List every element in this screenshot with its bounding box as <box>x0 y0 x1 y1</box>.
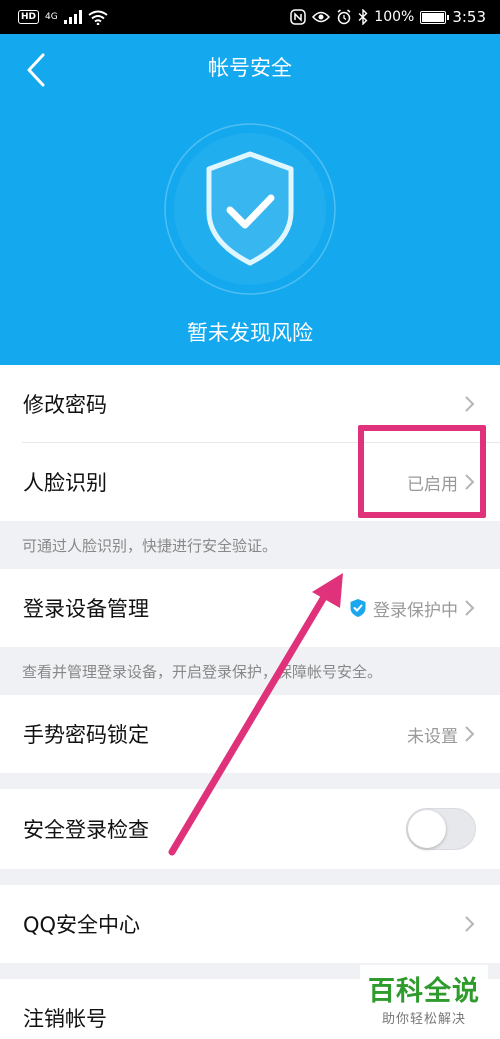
battery-icon <box>420 10 450 24</box>
device-management-status: 登录保护中 <box>373 600 458 621</box>
chevron-right-icon <box>465 396 475 412</box>
section-gap <box>0 869 500 885</box>
safe-login-check-row: 安全登录检查 <box>0 789 500 869</box>
safe-login-check-toggle[interactable] <box>406 808 476 850</box>
gesture-lock-row[interactable]: 手势密码锁定 未设置 <box>0 695 500 773</box>
toggle-knob <box>408 810 446 848</box>
shield-verified-icon <box>350 599 366 617</box>
watermark-title: 百科全说 <box>368 976 480 1007</box>
risk-status-text: 暂未发现风险 <box>187 321 313 345</box>
chevron-right-icon <box>465 600 475 616</box>
chevron-right-icon <box>465 916 475 932</box>
signal-icon <box>63 10 82 24</box>
qq-security-center-row[interactable]: QQ安全中心 <box>0 885 500 963</box>
alarm-icon <box>337 9 351 25</box>
page-title: 帐号安全 <box>208 56 292 80</box>
clock: 3:53 <box>452 8 486 26</box>
network-type: 4G <box>45 12 58 22</box>
qq-security-center-label: QQ安全中心 <box>23 913 141 937</box>
safe-login-check-label: 安全登录检查 <box>23 818 149 842</box>
gesture-lock-status: 未设置 <box>407 726 458 747</box>
device-management-label: 登录设备管理 <box>23 597 149 621</box>
battery-percent: 100% <box>374 9 415 25</box>
status-bar: HD 4G 100% 3:53 <box>0 0 500 34</box>
battery-fill <box>422 12 445 22</box>
nfc-icon <box>290 9 307 25</box>
change-password-label: 修改密码 <box>23 393 107 417</box>
chevron-right-icon <box>465 726 475 742</box>
watermark: 百科全说 助你轻松解决 <box>360 965 488 1031</box>
eye-icon <box>312 11 331 23</box>
watermark-subtitle: 助你轻松解决 <box>381 1012 466 1027</box>
highlight-box <box>358 425 486 518</box>
shield-check-icon <box>164 123 336 295</box>
shield-graphic <box>163 122 337 296</box>
security-header: 帐号安全 暂未发现风险 <box>0 34 500 365</box>
face-recognition-label: 人脸识别 <box>23 471 107 495</box>
bluetooth-icon <box>358 9 368 25</box>
hd-badge: HD <box>18 10 40 24</box>
face-recognition-hint: 可通过人脸识别，快捷进行安全验证。 <box>0 521 500 569</box>
gesture-lock-label: 手势密码锁定 <box>23 723 149 747</box>
wifi-icon <box>88 10 108 25</box>
deregister-label: 注销帐号 <box>23 1007 107 1031</box>
device-management-hint: 查看并管理登录设备，开启登录保护，保障帐号安全。 <box>0 647 500 695</box>
device-management-row[interactable]: 登录设备管理 登录保护中 <box>0 569 500 647</box>
section-gap <box>0 773 500 789</box>
